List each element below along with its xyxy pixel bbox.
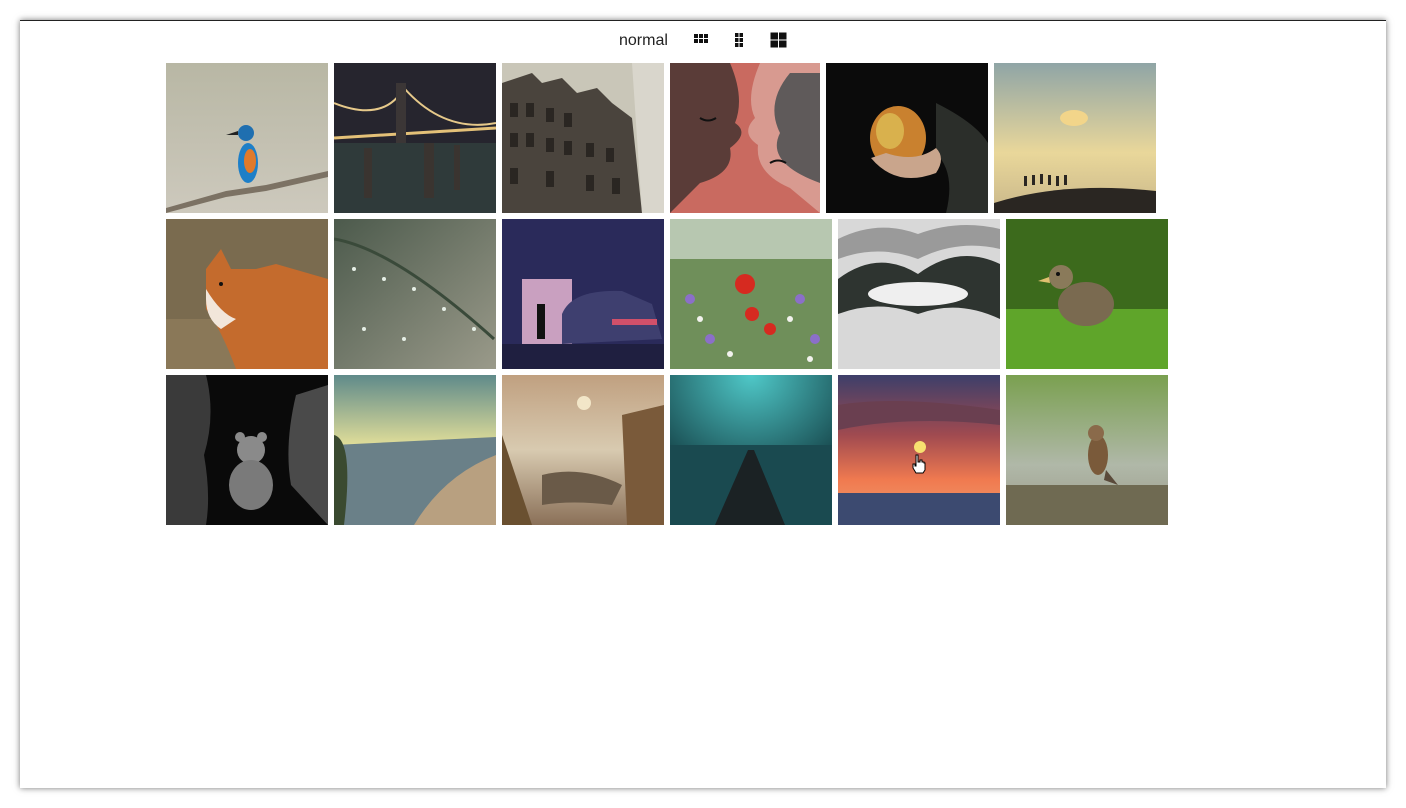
gallery-image-heron[interactable] <box>502 375 664 525</box>
grid-3x3-view-button[interactable] <box>693 32 711 48</box>
gallery-image-dew-branch[interactable] <box>334 219 496 369</box>
app-window: normal <box>20 20 1386 788</box>
duckling-image <box>1006 219 1168 369</box>
gallery-image-duckling[interactable] <box>1006 219 1168 369</box>
teddy-bear-image <box>166 375 328 525</box>
gallery-image-sparrow[interactable] <box>1006 375 1168 525</box>
gallery-image-fog[interactable] <box>838 219 1000 369</box>
grid-2x2-view-button[interactable] <box>770 32 788 48</box>
faces-illustration-image <box>670 63 820 213</box>
gallery-image-meadow[interactable] <box>670 219 832 369</box>
houses-image <box>502 63 664 213</box>
car-night-image <box>502 219 664 369</box>
view-mode-label: normal <box>619 32 668 49</box>
grid-2x2-icon <box>770 32 787 48</box>
fox-image <box>166 219 328 369</box>
dew-branch-image <box>334 219 496 369</box>
meadow-image <box>670 219 832 369</box>
gallery-image-car-night[interactable] <box>502 219 664 369</box>
gallery-image-apple[interactable] <box>826 63 988 213</box>
gallery-image-pier[interactable] <box>670 375 832 525</box>
gallery-image-sunset[interactable] <box>838 375 1000 525</box>
gallery-image-kingfisher[interactable] <box>166 63 328 213</box>
grid-2x3-view-button[interactable] <box>732 32 750 48</box>
grid-3x3-icon <box>694 34 708 43</box>
silhouettes-image <box>994 63 1156 213</box>
sunset-image <box>838 375 1000 525</box>
pier-image <box>670 375 832 525</box>
kingfisher-image <box>166 63 328 213</box>
sparrow-image <box>1006 375 1168 525</box>
gallery-image-lake[interactable] <box>334 375 496 525</box>
toolbar: normal <box>20 21 1386 61</box>
gallery-image-teddy[interactable] <box>166 375 328 525</box>
fog-forest-image <box>838 219 1000 369</box>
bridge-image <box>334 63 496 213</box>
gallery-image-fox[interactable] <box>166 219 328 369</box>
gallery-image-houses[interactable] <box>502 63 664 213</box>
apple-image <box>826 63 988 213</box>
gallery-image-bridge[interactable] <box>334 63 496 213</box>
grid-2x3-icon <box>735 33 743 47</box>
heron-image <box>502 375 664 525</box>
gallery-image-silhouettes[interactable] <box>994 63 1156 213</box>
lake-image <box>334 375 496 525</box>
gallery-image-faces[interactable] <box>670 63 820 213</box>
